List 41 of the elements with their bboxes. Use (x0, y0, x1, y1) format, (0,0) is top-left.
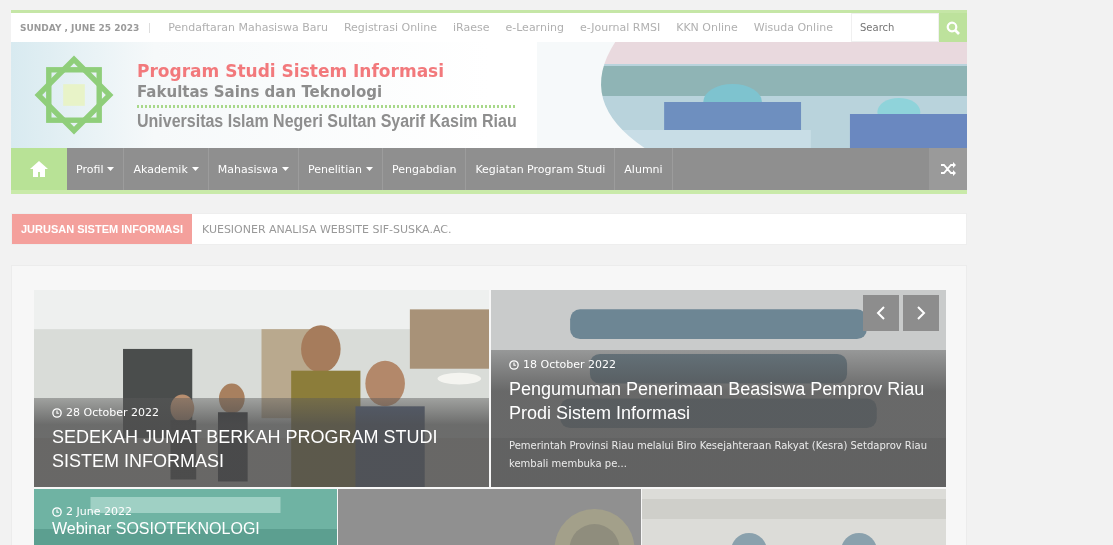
post-title[interactable]: SEDEKAH JUMAT BERKAH PROGRAM STUDI SISTEM INFORMASI (52, 425, 471, 473)
chevron-left-icon (876, 306, 886, 320)
nav-item[interactable]: Alumni (615, 148, 673, 190)
university-title: Universitas Islam Negeri Sultan Syarif Kasim Riau (137, 110, 517, 131)
ticker-link[interactable]: KUESIONER ANALISA WEBSITE SIF-SUSKA.AC. (191, 222, 452, 236)
top-link[interactable]: KKN Online (668, 21, 746, 34)
top-link[interactable]: Registrasi Online (335, 21, 445, 34)
nav-item[interactable]: Mahasiswa (208, 148, 299, 190)
previous-button[interactable] (863, 295, 899, 331)
post-excerpt: Pemerintah Provinsi Riau melalui Biro Kesejahteraan Rakyat (Kesra) Setdaprov Riau kembali membuka pe... (509, 439, 928, 471)
post-date: 2 June 2022 (66, 505, 132, 518)
search-icon (946, 20, 960, 35)
post-title[interactable]: Pengumuman Penerimaan Beasiswa Pemprov Riau Prodi Sistem Informasi (509, 377, 928, 425)
search-button[interactable] (939, 13, 967, 42)
program-title: Program Studi Sistem Informasi (137, 60, 446, 81)
top-link[interactable]: e-Journal RMSI (571, 21, 669, 34)
shuffle-button[interactable] (929, 148, 967, 190)
ticker-label: JURUSAN SISTEM INFORMASI (12, 214, 192, 244)
date-text: SUNDAY , JUNE 25 2023 (11, 22, 151, 33)
clock-icon (52, 506, 62, 517)
nav-item[interactable]: Penelitian (299, 148, 383, 190)
shuffle-icon (940, 162, 956, 176)
post-title[interactable]: Webinar SOSIOTEKNOLOGI (52, 520, 260, 538)
top-link[interactable]: e-Learning (497, 21, 572, 34)
top-link[interactable]: iRaese (444, 21, 498, 34)
nav-item[interactable]: Akademik (124, 148, 209, 190)
home-icon (29, 160, 49, 178)
post-date: 28 October 2022 (66, 406, 159, 419)
chevron-right-icon (916, 306, 926, 320)
nav-item[interactable]: Pengabdian (382, 148, 467, 190)
clock-icon (52, 407, 62, 418)
clock-icon (509, 359, 519, 370)
post-date: 18 October 2022 (523, 358, 616, 371)
nav-item[interactable]: Kegiatan Program Studi (466, 148, 616, 190)
top-link[interactable]: Pendaftaran Mahasiswa Baru (150, 21, 336, 34)
home-button[interactable] (11, 148, 67, 190)
faculty-title: Fakultas Sains dan Teknologi (137, 82, 384, 101)
next-button[interactable] (903, 295, 939, 331)
nav-item[interactable]: Profil (67, 148, 125, 190)
top-link[interactable]: Wisuda Online (745, 21, 841, 34)
search-field[interactable]: Search (851, 13, 939, 42)
